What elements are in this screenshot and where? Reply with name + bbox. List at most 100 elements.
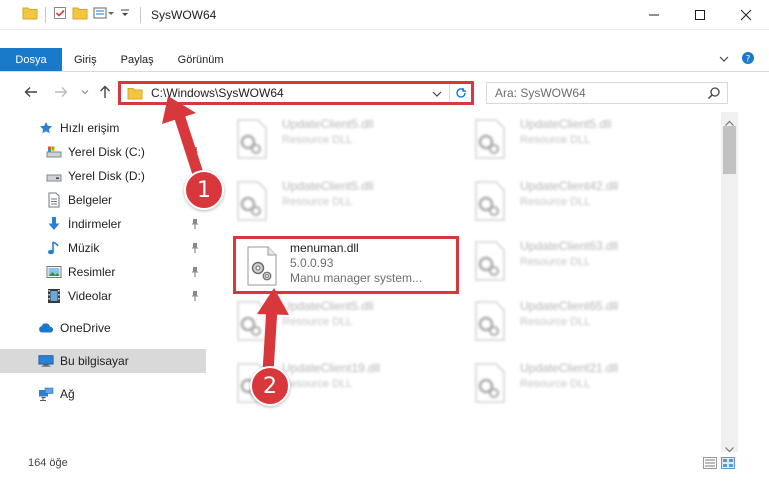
video-icon — [46, 288, 62, 304]
window-title: SysWOW64 — [151, 7, 217, 22]
sidebar-item-documents[interactable]: Belgeler — [0, 188, 206, 212]
pin-icon[interactable] — [190, 290, 200, 305]
file-item[interactable]: UpdateClient65.dll Resource DLL — [460, 296, 690, 350]
tab-file[interactable]: Dosya — [0, 48, 62, 71]
dll-file-icon — [472, 240, 508, 282]
address-row: C:\Windows\SysWOW64 Ara: SysWOW64 — [0, 76, 769, 108]
file-list: UpdateClient5.dll Resource DLL UpdateClie… — [222, 112, 722, 448]
step-badge-1: 1 — [184, 170, 224, 210]
new-folder-icon[interactable] — [72, 6, 88, 23]
chevron-down-icon — [432, 91, 442, 97]
forward-button[interactable] — [52, 83, 70, 101]
up-button[interactable] — [96, 83, 114, 101]
arrow-up-icon — [100, 85, 110, 98]
pin-icon[interactable] — [190, 242, 200, 257]
pictures-icon — [46, 264, 62, 280]
file-item[interactable]: UpdateClient42.dll Resource DLL — [460, 176, 690, 230]
recent-locations-button[interactable] — [76, 83, 94, 101]
search-input[interactable]: Ara: SysWOW64 — [486, 82, 728, 104]
quick-access-toolbar — [22, 6, 130, 23]
dll-file-icon — [472, 300, 508, 342]
search-icon[interactable] — [707, 86, 721, 103]
file-item[interactable]: UpdateClient63.dll Resource DLL — [460, 236, 690, 290]
sidebar-item-downloads[interactable]: İndirmeler — [0, 212, 206, 236]
search-placeholder: Ara: SysWOW64 — [495, 86, 586, 100]
drive-icon — [46, 168, 62, 184]
file-type: Resource DLL — [282, 316, 353, 328]
pin-icon[interactable] — [190, 266, 200, 281]
file-item[interactable]: UpdateClient5.dll Resource DLL — [460, 114, 690, 168]
expand-ribbon-icon[interactable] — [719, 53, 729, 67]
dll-file-icon — [472, 362, 508, 404]
maximize-icon — [695, 10, 705, 20]
document-icon — [46, 192, 62, 208]
view-toggle — [703, 457, 735, 472]
selected-file-item[interactable]: menuman.dll 5.0.0.93 Manu manager system… — [233, 236, 459, 294]
dll-file-icon — [234, 180, 270, 222]
arrow-left-icon — [24, 87, 37, 97]
address-dropdown-button[interactable] — [429, 86, 445, 102]
navigation-pane: Hızlı erişim Yerel Disk (C:) Yerel Disk … — [0, 112, 208, 448]
file-name: UpdateClient42.dll — [520, 179, 619, 193]
tab-share[interactable]: Paylaş — [109, 48, 166, 71]
close-button[interactable] — [723, 0, 769, 30]
sidebar-item-this-pc[interactable]: Bu bilgisayar — [0, 349, 206, 373]
sidebar-item-local-disk-c[interactable]: Yerel Disk (C:) — [0, 140, 206, 164]
file-type: Resource DLL — [520, 134, 591, 146]
dll-file-icon — [234, 118, 270, 160]
sidebar-item-pictures[interactable]: Resimler — [0, 260, 206, 284]
file-name: UpdateClient19.dll — [282, 361, 381, 375]
file-type: Resource DLL — [520, 256, 591, 268]
back-button[interactable] — [22, 83, 40, 101]
scroll-thumb[interactable] — [723, 126, 736, 174]
file-type: Resource DLL — [520, 196, 591, 208]
minimize-button[interactable] — [631, 0, 677, 30]
sidebar-item-label: Resimler — [68, 265, 116, 279]
sidebar-item-music[interactable]: Müzik — [0, 236, 206, 260]
tab-home[interactable]: Giriş — [62, 48, 109, 71]
file-type: Resource DLL — [520, 378, 591, 390]
music-icon — [46, 240, 62, 256]
file-item[interactable]: UpdateClient5.dll Resource DLL — [222, 176, 452, 230]
address-bar[interactable]: C:\Windows\SysWOW64 — [118, 81, 474, 105]
file-description: Manu manager system... — [290, 271, 423, 285]
network-icon — [38, 386, 54, 402]
file-item[interactable]: UpdateClient21.dll Resource DLL — [460, 358, 690, 412]
vertical-scrollbar[interactable] — [721, 112, 738, 453]
sidebar-item-label: Belgeler — [68, 193, 113, 207]
dll-file-icon — [244, 245, 280, 287]
address-path[interactable]: C:\Windows\SysWOW64 — [151, 86, 284, 100]
customize-toolbar-icon[interactable] — [93, 6, 115, 23]
file-name: UpdateClient5.dll — [282, 299, 374, 313]
details-view-icon[interactable] — [703, 457, 717, 472]
star-icon — [38, 120, 54, 136]
sidebar-item-network[interactable]: Ağ — [0, 382, 206, 406]
toolbar-separator — [45, 6, 46, 23]
computer-icon — [38, 353, 54, 369]
chevron-down-icon[interactable] — [120, 6, 130, 23]
sidebar-item-videos[interactable]: Videolar — [0, 284, 206, 308]
file-item[interactable]: UpdateClient5.dll Resource DLL — [222, 296, 452, 350]
folder-icon — [127, 87, 143, 100]
tab-view[interactable]: Görünüm — [166, 48, 236, 71]
minimize-icon — [649, 14, 659, 16]
folder-icon[interactable] — [22, 6, 38, 23]
step-badge-2: 2 — [250, 366, 290, 406]
large-icons-view-icon[interactable] — [721, 457, 735, 472]
sidebar-item-onedrive[interactable]: OneDrive — [0, 316, 206, 340]
properties-icon[interactable] — [53, 6, 67, 23]
help-icon[interactable]: ? — [741, 51, 755, 68]
pin-icon[interactable] — [190, 218, 200, 233]
pin-icon[interactable] — [190, 146, 200, 161]
sidebar-item-local-disk-d[interactable]: Yerel Disk (D:) — [0, 164, 206, 188]
sidebar-item-quick-access[interactable]: Hızlı erişim — [0, 116, 206, 140]
file-item[interactable]: UpdateClient5.dll Resource DLL — [222, 114, 452, 168]
close-icon — [740, 9, 752, 21]
maximize-button[interactable] — [677, 0, 723, 30]
refresh-button[interactable] — [449, 84, 471, 102]
file-type: Resource DLL — [282, 134, 353, 146]
sidebar-item-label: Ağ — [60, 387, 75, 401]
file-name: UpdateClient5.dll — [282, 179, 374, 193]
ribbon-right-controls: ? — [719, 48, 769, 71]
file-name: UpdateClient63.dll — [520, 239, 619, 253]
